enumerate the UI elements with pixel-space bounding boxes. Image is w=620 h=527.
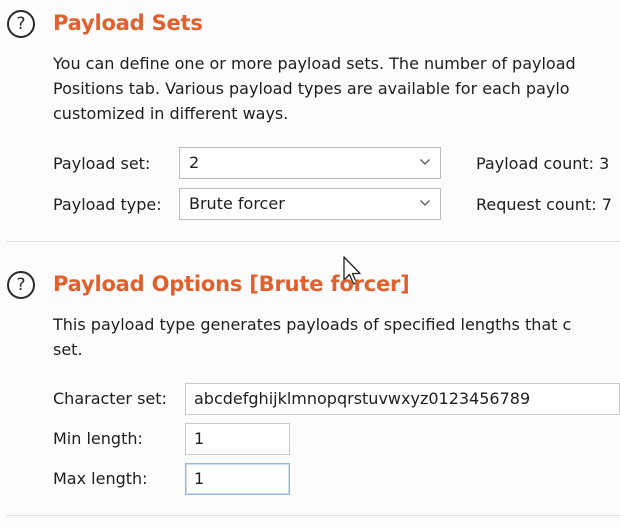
min-length-label: Min length: [53,429,143,448]
section-divider [6,241,620,242]
chevron-down-icon [420,159,430,165]
max-length-label: Max length: [53,469,148,488]
character-set-input[interactable]: abcdefghijklmnopqrstuvwxyz0123456789 [185,383,620,415]
help-icon[interactable]: ? [7,10,35,38]
payload-set-label: Payload set: [53,154,151,173]
max-length-input[interactable]: 1 [185,463,290,495]
payload-options-description-line-1: This payload type generates payloads of … [53,315,572,334]
payload-set-value: 2 [189,153,200,172]
payload-options-description-line-2: set. [53,340,83,359]
payload-options-heading: Payload Options [Brute forcer] [53,272,410,296]
payload-type-select[interactable]: Brute forcer [179,188,441,220]
section-divider [6,515,620,516]
payload-sets-description-line-2: Positions tab. Various payload types are… [53,79,570,98]
help-icon[interactable]: ? [7,271,35,299]
payload-type-value: Brute forcer [189,194,285,213]
request-count-label: Request count: 7 [476,195,612,214]
payload-sets-heading: Payload Sets [53,11,203,35]
character-set-label: Character set: [53,389,167,408]
payload-set-select[interactable]: 2 [179,147,441,179]
payload-count-label: Payload count: 3 [476,154,610,173]
chevron-down-icon [420,200,430,206]
payload-sets-description-line-3: customized in different ways. [53,104,289,123]
payload-sets-description-line-1: You can define one or more payload sets.… [53,54,576,73]
payload-type-label: Payload type: [53,195,162,214]
min-length-input[interactable]: 1 [185,423,290,455]
